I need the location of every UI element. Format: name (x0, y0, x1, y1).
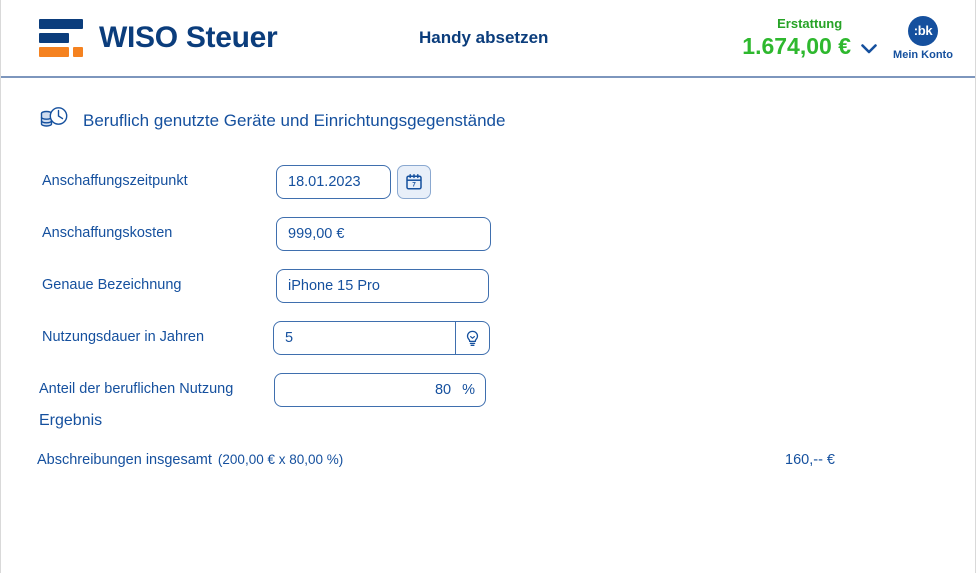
result-row: Abschreibungen insgesamt (200,00 € x 80,0… (37, 452, 835, 468)
brand-logo[interactable]: WISO Steuer (37, 16, 278, 60)
wiso-bars-logo-icon (37, 16, 85, 60)
section-header: Beruflich genutzte Geräte und Einrichtun… (39, 104, 975, 137)
acquisition-date-value: 18.01.2023 (288, 174, 361, 190)
form-row-acquisition-date: Anschaffungszeitpunkt 18.01.2023 7 (1, 159, 975, 211)
lightbulb-icon (466, 330, 479, 346)
calendar-picker-button[interactable]: 7 (397, 165, 431, 199)
acquisition-date-input[interactable]: 18.01.2023 (276, 165, 391, 199)
application-window: WISO Steuer Handy absetzen Erstattung 1.… (0, 0, 976, 573)
section-title: Beruflich genutzte Geräte und Einrichtun… (83, 110, 506, 130)
form-row-business-share: Anteil der beruflichen Nutzung 80 % (1, 367, 975, 419)
refund-label: Erstattung (777, 16, 843, 32)
brand-name: WISO Steuer (99, 21, 278, 54)
description-input[interactable]: iPhone 15 Pro (276, 269, 489, 303)
coins-clock-depreciation-icon (39, 104, 69, 137)
business-share-input[interactable]: 80 % (274, 373, 486, 407)
account-menu[interactable]: :bk Mein Konto (893, 15, 953, 61)
label-description: Genaue Bezeichnung (42, 277, 182, 293)
useful-life-input[interactable]: 5 (273, 321, 490, 355)
refund-amount: 1.674,00 € (742, 32, 851, 59)
business-share-value: 80 (434, 382, 452, 398)
refund-summary[interactable]: Erstattung 1.674,00 € (742, 16, 877, 59)
label-useful-life: Nutzungsdauer in Jahren (42, 329, 205, 345)
refund-row: 1.674,00 € (742, 32, 877, 59)
result-calculation: (200,00 € x 80,00 %) (217, 452, 344, 467)
result-label-group: Abschreibungen insgesamt (200,00 € x 80,0… (37, 452, 343, 468)
depreciation-form: Anschaffungszeitpunkt 18.01.2023 7 Ansch… (1, 159, 975, 419)
result-label: Abschreibungen insgesamt (37, 452, 212, 468)
label-acquisition-cost: Anschaffungskosten (42, 225, 173, 241)
form-row-acquisition-cost: Anschaffungskosten 999,00 € (1, 211, 975, 263)
chevron-down-icon[interactable] (861, 41, 877, 54)
percent-suffix: % (462, 382, 475, 398)
form-row-description: Genaue Bezeichnung iPhone 15 Pro (1, 263, 975, 315)
main-content: Beruflich genutzte Geräte und Einrichtun… (1, 104, 975, 573)
header-right-group: Erstattung 1.674,00 € :bk Mein Konto (742, 0, 953, 76)
calendar-icon: 7 (406, 174, 422, 190)
svg-text:7: 7 (412, 182, 416, 189)
label-acquisition-date: Anschaffungszeitpunkt (42, 173, 188, 189)
page-title: Handy absetzen (419, 28, 549, 47)
app-header: WISO Steuer Handy absetzen Erstattung 1.… (1, 0, 975, 78)
avatar: :bk (908, 15, 938, 46)
acquisition-cost-input[interactable]: 999,00 € (276, 217, 491, 251)
result-amount: 160,-- € (785, 452, 835, 468)
useful-life-value: 5 (285, 330, 294, 346)
account-label: Mein Konto (893, 48, 953, 61)
lightbulb-hint-button[interactable] (455, 322, 489, 354)
label-business-share: Anteil der beruflichen Nutzung (39, 381, 234, 397)
result-heading: Ergebnis (39, 412, 103, 429)
form-row-useful-life: Nutzungsdauer in Jahren 5 (1, 315, 975, 367)
acquisition-cost-value: 999,00 € (288, 226, 345, 242)
description-value: iPhone 15 Pro (288, 278, 380, 294)
